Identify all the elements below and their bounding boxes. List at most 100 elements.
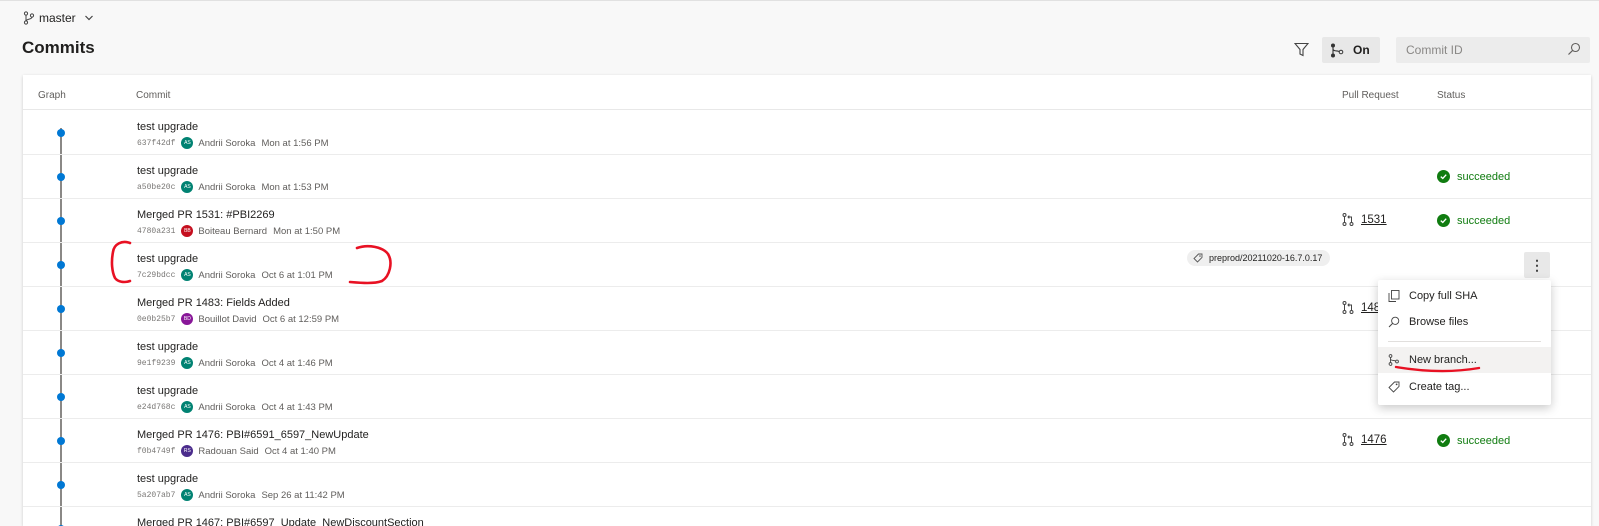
search-icon xyxy=(1388,316,1400,328)
pull-request-icon xyxy=(1342,213,1354,226)
graph-toggle-button[interactable]: On xyxy=(1322,37,1380,63)
column-header-graph: Graph xyxy=(38,90,66,101)
commit-sha[interactable]: 0e0b25b7 xyxy=(137,315,175,324)
branch-name: master xyxy=(39,11,76,25)
menu-item-browse-files[interactable]: Browse files xyxy=(1378,309,1551,335)
menu-item-label: Create tag... xyxy=(1409,381,1470,393)
avatar: RS xyxy=(181,445,194,457)
copy-icon xyxy=(1388,290,1400,302)
column-header-pull-request: Pull Request xyxy=(1342,90,1399,101)
commit-author: Andrii Soroka xyxy=(198,489,256,501)
commit-row[interactable]: test upgrade 5a207ab7 AS Andrii Soroka S… xyxy=(23,463,1591,507)
commit-message[interactable]: test upgrade xyxy=(137,165,198,177)
commit-row[interactable]: Merged PR 1476: PBI#6591_6597_NewUpdate … xyxy=(23,419,1591,463)
commit-date: Oct 4 at 1:43 PM xyxy=(261,401,333,413)
tag-icon xyxy=(1193,253,1203,263)
commit-row[interactable]: test upgrade 7c29bdcc AS Andrii Soroka O… xyxy=(23,243,1591,287)
commit-sha[interactable]: 637f42df xyxy=(137,139,175,148)
commit-search[interactable] xyxy=(1396,37,1590,63)
avatar: AS xyxy=(181,489,194,501)
commit-message[interactable]: Merged PR 1476: PBI#6591_6597_NewUpdate xyxy=(137,429,369,441)
pull-request-link[interactable]: 1531 xyxy=(1342,213,1387,226)
build-status[interactable]: succeeded xyxy=(1437,214,1510,227)
chevron-down-icon xyxy=(84,15,93,21)
pull-request-link[interactable]: 1476 xyxy=(1342,433,1387,446)
commit-date: Sep 26 at 11:42 PM xyxy=(261,489,345,501)
avatar: AS xyxy=(181,401,194,413)
tag-badge[interactable]: preprod/20211020-16.7.0.17 xyxy=(1187,250,1331,266)
commit-author: Andrii Soroka xyxy=(198,357,256,369)
commit-sha[interactable]: 5a207ab7 xyxy=(137,491,175,500)
commit-context-menu: Copy full SHA Browse files New branch...… xyxy=(1378,280,1551,405)
check-circle-icon xyxy=(1437,214,1450,227)
commit-row[interactable]: Merged PR 1531: #PBI2269 4780a231 BB Boi… xyxy=(23,199,1591,243)
pull-request-number[interactable]: 1476 xyxy=(1361,434,1387,446)
check-circle-icon xyxy=(1437,434,1450,447)
avatar: AS xyxy=(181,357,194,369)
commit-message[interactable]: test upgrade xyxy=(137,121,198,133)
avatar: AS xyxy=(181,181,194,193)
commit-author: Andrii Soroka xyxy=(198,401,256,413)
commit-message[interactable]: Merged PR 1467: PBI#6597_Update_NewDisco… xyxy=(137,517,424,526)
pull-request-icon xyxy=(1342,433,1354,446)
menu-item-label: Copy full SHA xyxy=(1409,290,1478,302)
commit-sha[interactable]: e24d768c xyxy=(137,403,175,412)
commit-message[interactable]: Merged PR 1483: Fields Added xyxy=(137,297,290,309)
commit-date: Mon at 1:53 PM xyxy=(261,181,329,193)
commit-row[interactable]: test upgrade a50be20c AS Andrii Soroka M… xyxy=(23,155,1591,199)
commit-message[interactable]: Merged PR 1531: #PBI2269 xyxy=(137,209,275,221)
more-actions-button[interactable]: ⋮ xyxy=(1524,252,1550,278)
menu-divider xyxy=(1388,341,1541,342)
filter-icon[interactable] xyxy=(1294,42,1309,57)
column-header-commit: Commit xyxy=(136,90,171,101)
graph-node xyxy=(57,349,65,357)
commit-row[interactable]: Merged PR 1483: Fields Added 0e0b25b7 BD… xyxy=(23,287,1591,331)
search-icon[interactable] xyxy=(1567,42,1581,56)
commit-message[interactable]: test upgrade xyxy=(137,341,198,353)
commit-author: Andrii Soroka xyxy=(198,137,256,149)
commit-id-input[interactable] xyxy=(1406,41,1556,59)
commit-row[interactable]: test upgrade e24d768c AS Andrii Soroka O… xyxy=(23,375,1591,419)
graph-node xyxy=(57,481,65,489)
commit-message[interactable]: test upgrade xyxy=(137,253,198,265)
graph-node xyxy=(57,261,65,269)
status-text: succeeded xyxy=(1457,434,1511,447)
check-circle-icon xyxy=(1437,170,1450,183)
commit-message[interactable]: test upgrade xyxy=(137,385,198,397)
menu-item-new-branch[interactable]: New branch... xyxy=(1378,347,1551,373)
commit-date: Oct 6 at 12:59 PM xyxy=(262,313,340,325)
commit-row[interactable]: test upgrade 9e1f9239 AS Andrii Soroka O… xyxy=(23,331,1591,375)
build-status[interactable]: succeeded xyxy=(1437,434,1510,447)
commit-date: Oct 4 at 1:46 PM xyxy=(261,357,333,369)
pull-request-number[interactable]: 1531 xyxy=(1361,214,1387,226)
commit-row[interactable]: Merged PR 1467: PBI#6597_Update_NewDisco… xyxy=(23,507,1591,526)
commit-sha[interactable]: a50be20c xyxy=(137,183,175,192)
branch-icon xyxy=(1388,354,1399,366)
commit-date: Oct 6 at 1:01 PM xyxy=(261,269,333,281)
build-status[interactable]: succeeded xyxy=(1437,170,1510,183)
graph-node xyxy=(57,437,65,445)
commit-sha[interactable]: 7c29bdcc xyxy=(137,271,175,280)
top-divider xyxy=(0,0,1599,1)
graph-icon xyxy=(1331,43,1344,57)
graph-node xyxy=(57,393,65,401)
menu-item-label: Browse files xyxy=(1409,316,1469,328)
pull-request-link[interactable]: 148 xyxy=(1342,301,1380,314)
commit-author: Bouillot David xyxy=(198,313,257,325)
branch-selector[interactable]: master xyxy=(23,10,94,26)
commit-message[interactable]: test upgrade xyxy=(137,473,198,485)
commit-row[interactable]: test upgrade 637f42df AS Andrii Soroka M… xyxy=(23,111,1591,155)
header-divider xyxy=(23,109,1591,110)
commit-sha[interactable]: f0b4749f xyxy=(137,447,175,456)
commit-sha[interactable]: 4780a231 xyxy=(137,227,175,236)
commit-sha[interactable]: 9e1f9239 xyxy=(137,359,175,368)
status-text: succeeded xyxy=(1457,214,1511,227)
avatar: BD xyxy=(181,313,194,325)
menu-item-copy-full-sha[interactable]: Copy full SHA xyxy=(1378,283,1551,309)
column-header-status: Status xyxy=(1437,90,1466,101)
commit-author: Andrii Soroka xyxy=(198,269,256,281)
page-title: Commits xyxy=(22,38,95,57)
menu-item-create-tag[interactable]: Create tag... xyxy=(1378,374,1551,400)
commits-table: Graph Commit Pull Request Status test up… xyxy=(23,75,1591,526)
branch-icon xyxy=(23,11,35,25)
